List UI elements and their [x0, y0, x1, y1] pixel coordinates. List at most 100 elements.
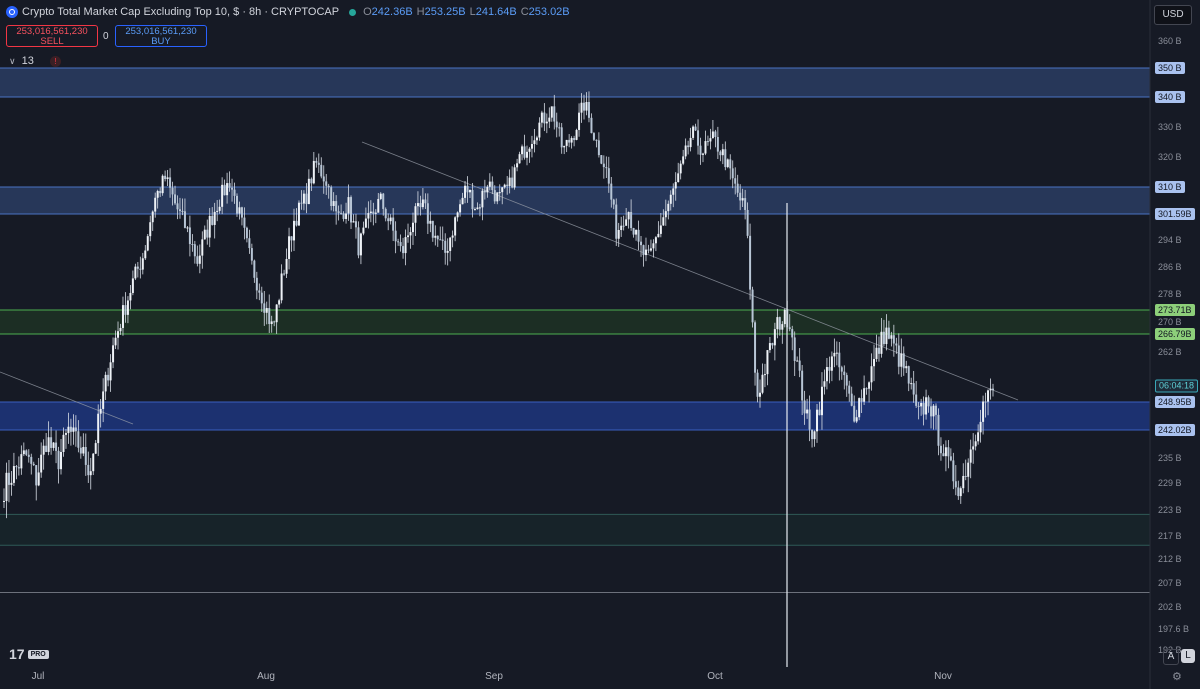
- candle-body: [662, 217, 665, 226]
- candle-body: [992, 388, 994, 391]
- price-tag: 273.71B: [1155, 304, 1195, 316]
- sell-button[interactable]: 253,016,561,230 SELL: [6, 25, 98, 47]
- candle-body: [198, 255, 201, 264]
- candle-body: [325, 181, 328, 186]
- candle-body: [283, 273, 286, 275]
- candle-body: [117, 331, 120, 338]
- y-tick-label: 320 B: [1158, 152, 1182, 162]
- candle-body: [94, 443, 97, 454]
- chart-area[interactable]: [0, 0, 1200, 689]
- candle-body: [771, 343, 774, 346]
- candle-body: [240, 207, 243, 218]
- candle-body: [736, 183, 739, 193]
- candle-body: [478, 207, 481, 209]
- ohlc-close: C253.02B: [520, 6, 570, 18]
- candle-body: [302, 193, 305, 204]
- candle-body: [816, 409, 819, 432]
- market-status-icon: [349, 8, 357, 16]
- candle-body: [659, 225, 662, 234]
- candle-body: [682, 156, 685, 164]
- candle-body: [533, 140, 536, 145]
- zone-green-2[interactable]: [0, 310, 1150, 334]
- candle-body: [555, 121, 558, 128]
- candle-body: [875, 347, 878, 359]
- candle-body: [124, 305, 127, 315]
- candle-body: [597, 140, 600, 156]
- tradingview-logo[interactable]: 17 PRO: [9, 646, 49, 662]
- candle-body: [178, 209, 181, 211]
- candle-body: [431, 220, 434, 238]
- candle-body: [156, 190, 159, 198]
- currency-selector[interactable]: USD: [1154, 5, 1192, 25]
- candle-body: [335, 201, 338, 212]
- zone-teal-4[interactable]: [0, 514, 1150, 546]
- candle-body: [67, 426, 70, 434]
- candle-body: [434, 235, 437, 238]
- indicator-toggle[interactable]: ∨ 13 !: [9, 55, 61, 67]
- candle-body: [3, 500, 5, 502]
- candle-body: [620, 225, 623, 230]
- candle-body: [714, 131, 717, 137]
- candle-body: [72, 427, 75, 432]
- candle-body: [228, 183, 231, 188]
- candle-body: [297, 202, 300, 226]
- candle-body: [773, 329, 776, 346]
- candle-body: [464, 185, 467, 198]
- candle-body: [590, 117, 593, 134]
- candle-body: [642, 245, 645, 256]
- candle-body: [441, 239, 444, 241]
- gear-icon[interactable]: ⚙: [1172, 670, 1182, 683]
- candle-body: [74, 427, 77, 432]
- candle-body: [5, 472, 8, 501]
- warning-icon[interactable]: !: [49, 55, 61, 67]
- price-tag: 248.95B: [1155, 396, 1195, 408]
- candle-body: [87, 464, 90, 476]
- candle-body: [669, 194, 672, 204]
- zone-blue_dark-3[interactable]: [0, 402, 1150, 430]
- candle-body: [578, 112, 581, 130]
- candle-body: [915, 394, 918, 406]
- auto-scale-button[interactable]: A: [1163, 649, 1179, 665]
- candle-body: [622, 225, 625, 227]
- candle-body: [761, 374, 764, 393]
- candle-body: [77, 431, 80, 448]
- candle-body: [565, 139, 568, 146]
- candle-body: [518, 154, 521, 164]
- trendline-upper: [361, 141, 1019, 401]
- candle-body: [57, 450, 60, 470]
- candle-body: [372, 211, 375, 214]
- candle-body: [10, 482, 13, 485]
- candle-body: [491, 181, 494, 191]
- candle-body: [186, 227, 189, 229]
- candle-body: [746, 209, 749, 236]
- candle-body: [843, 371, 846, 376]
- candle-body: [813, 431, 816, 440]
- candle-body: [967, 462, 970, 477]
- candle-body: [652, 243, 655, 249]
- candle-body: [882, 331, 885, 345]
- candle-body: [364, 218, 367, 228]
- candle-body: [409, 232, 412, 236]
- price-tag: 266.79B: [1155, 328, 1195, 340]
- tv-logo-icon: 17: [9, 646, 25, 662]
- candle-body: [327, 185, 330, 188]
- candle-body: [625, 219, 628, 226]
- x-tick-label: Sep: [485, 671, 503, 682]
- candle-body: [704, 141, 707, 154]
- candle-body: [721, 149, 724, 156]
- candle-body: [684, 145, 687, 157]
- candle-body: [895, 343, 898, 346]
- candle-body: [741, 198, 744, 201]
- candle-body: [873, 358, 876, 367]
- candle-body: [250, 248, 253, 261]
- candle-body: [265, 308, 268, 313]
- candle-body: [972, 446, 975, 450]
- candle-body: [17, 467, 20, 469]
- zone-blue-0[interactable]: [0, 68, 1150, 97]
- buy-button[interactable]: 253,016,561,230 BUY: [115, 25, 207, 47]
- log-scale-button[interactable]: L: [1181, 649, 1195, 663]
- candle-body: [174, 194, 177, 204]
- symbol-title[interactable]: Crypto Total Market Cap Excluding Top 10…: [22, 6, 339, 18]
- candle-body: [320, 164, 323, 177]
- candle-body: [511, 177, 514, 188]
